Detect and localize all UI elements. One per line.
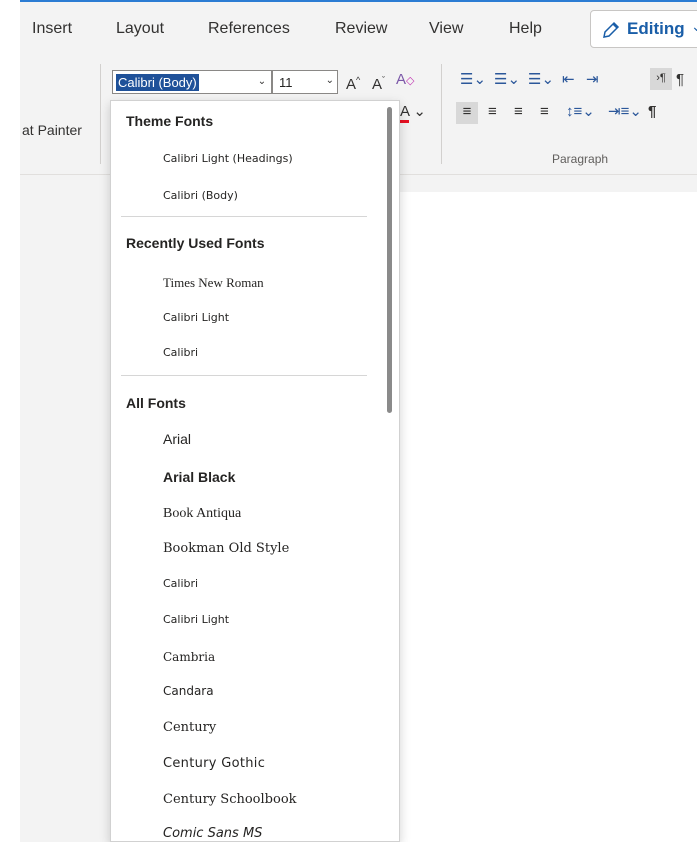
font-option[interactable]: Calibri Light (111, 604, 381, 638)
chevron-down-icon[interactable]: ⌄ (326, 75, 334, 86)
show-marks-icon[interactable]: ¶ (676, 70, 684, 90)
font-name-value: Calibri (Body) (116, 74, 199, 91)
font-option[interactable]: Bookman Old Style (111, 532, 381, 566)
font-option[interactable]: Candara (111, 675, 381, 709)
paragraph-spacing-icon[interactable]: ⇥≡⌄ (608, 102, 642, 122)
ribbon-separator (441, 64, 442, 164)
recent-fonts-header: Recently Used Fonts (126, 235, 265, 251)
editing-label: Editing (627, 19, 685, 38)
align-center-icon[interactable]: ≡ (488, 102, 497, 122)
tab-view[interactable]: View (429, 20, 463, 38)
line-spacing-icon[interactable]: ↕≡⌄ (566, 102, 595, 122)
ltr-direction-icon[interactable]: ›¶ (650, 68, 672, 90)
ribbon-separator (100, 64, 101, 164)
font-option[interactable]: Calibri (111, 568, 381, 602)
pilcrow-icon[interactable]: ¶ (648, 102, 656, 122)
tab-layout[interactable]: Layout (116, 20, 164, 38)
font-option[interactable]: Calibri Light (111, 302, 381, 336)
editing-mode-button[interactable]: Editing ⌄ (590, 10, 697, 48)
font-option[interactable]: Arial Black (111, 460, 381, 494)
font-option[interactable]: Century Gothic (111, 747, 381, 781)
paragraph-group-label: Paragraph (552, 152, 609, 166)
font-name-combo[interactable]: Calibri (Body) ⌄ (112, 70, 272, 94)
increase-indent-icon[interactable]: ⇥ (586, 70, 599, 90)
left-edge (0, 0, 20, 842)
align-right-icon[interactable]: ≡ (514, 102, 523, 122)
tab-insert[interactable]: Insert (32, 20, 72, 38)
font-option[interactable]: Comic Sans MS (111, 817, 381, 841)
font-dropdown: Theme Fonts Calibri Light (Headings) Cal… (110, 100, 400, 842)
tab-help[interactable]: Help (509, 20, 542, 38)
font-size-combo[interactable]: 11 ⌄ (272, 70, 338, 94)
all-fonts-header: All Fonts (126, 395, 186, 411)
tab-review[interactable]: Review (335, 20, 387, 38)
theme-fonts-header: Theme Fonts (126, 113, 214, 129)
font-option[interactable]: Book Antiqua (111, 497, 381, 531)
font-option[interactable]: Times New Roman (111, 266, 381, 300)
pencil-icon (603, 21, 620, 38)
multilevel-list-icon[interactable]: ☰⌄ (528, 70, 554, 90)
bullets-icon[interactable]: ☰⌄ (460, 70, 486, 90)
numbering-icon[interactable]: ☰⌄ (494, 70, 520, 90)
font-size-value: 11 (279, 75, 293, 90)
section-divider (121, 216, 367, 217)
document-page[interactable] (400, 192, 697, 842)
decrease-indent-icon[interactable]: ⇤ (562, 70, 575, 90)
clear-formatting-icon[interactable]: A◇ (396, 70, 414, 91)
font-option[interactable]: Calibri Light (Headings) (111, 143, 381, 177)
justify-icon[interactable]: ≡ (540, 102, 549, 122)
font-option[interactable]: Century Schoolbook (111, 783, 381, 817)
font-option[interactable]: Arial (111, 422, 381, 456)
shrink-font-icon[interactable]: Aˇ (372, 70, 385, 95)
grow-font-icon[interactable]: A^ (346, 70, 360, 95)
font-option[interactable]: Calibri (111, 337, 381, 371)
section-divider (121, 375, 367, 376)
chevron-down-icon: ⌄ (691, 18, 697, 34)
font-option[interactable]: Century (111, 711, 381, 745)
font-option[interactable]: Calibri (Body) (111, 180, 381, 214)
align-left-icon[interactable]: ≡ (456, 102, 478, 124)
font-option[interactable]: Cambria (111, 641, 381, 675)
tab-references[interactable]: References (208, 20, 290, 38)
scrollbar-thumb[interactable] (387, 107, 392, 413)
chevron-down-icon[interactable]: ⌄ (253, 71, 271, 93)
format-painter-button[interactable]: at Painter (22, 122, 82, 138)
font-color-icon[interactable]: A ⌄ (400, 102, 426, 123)
